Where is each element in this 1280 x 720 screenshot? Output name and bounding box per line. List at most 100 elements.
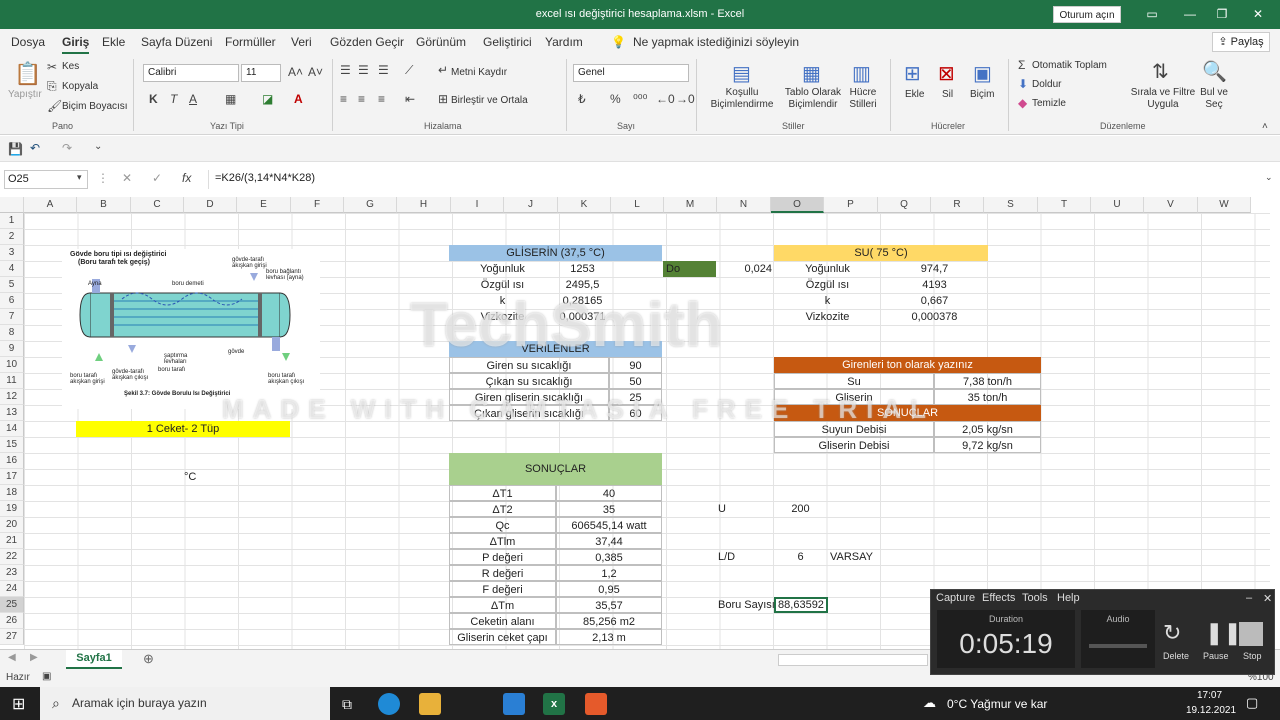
sonuclar-row-value[interactable]: 1,2 bbox=[556, 565, 662, 581]
conditional-format-icon[interactable]: ▤ bbox=[732, 61, 751, 86]
expand-formula-icon[interactable]: ⌄ bbox=[1265, 172, 1273, 183]
orientation-icon[interactable]: ⟋ bbox=[405, 63, 413, 78]
girenler-header[interactable]: Girenleri ton olarak yazınız bbox=[774, 357, 1041, 373]
sonuclar-small-header[interactable]: SONUÇLAR bbox=[774, 405, 1041, 421]
stop-icon[interactable] bbox=[1239, 622, 1263, 646]
row-header[interactable]: 24 bbox=[0, 581, 24, 597]
verilenler-row-value[interactable]: 25 bbox=[609, 389, 662, 405]
column-header[interactable]: L bbox=[611, 197, 664, 213]
girenler-row-label[interactable]: Su bbox=[774, 373, 934, 389]
taskbar-search[interactable]: ⌕ Aramak için buraya yazın bbox=[40, 687, 330, 720]
boru-value-selected-cell[interactable]: 88,63592 bbox=[774, 597, 828, 613]
share-button[interactable]: ⇪ Paylaş bbox=[1212, 32, 1270, 52]
horizontal-scrollbar[interactable] bbox=[778, 654, 928, 666]
align-top-icon[interactable]: ☰ bbox=[340, 63, 351, 77]
copy-button[interactable]: Kopyala bbox=[62, 81, 98, 92]
do-label[interactable]: Do bbox=[663, 261, 716, 277]
currency-icon[interactable]: ₺ bbox=[578, 92, 586, 106]
column-header[interactable]: D bbox=[184, 197, 237, 213]
su-row-label[interactable]: k bbox=[774, 293, 881, 309]
sonuclar-row-value[interactable]: 2,13 m bbox=[556, 629, 662, 645]
row-header[interactable]: 20 bbox=[0, 517, 24, 533]
menu-ekle[interactable]: Ekle bbox=[102, 35, 125, 49]
menu-veri[interactable]: Veri bbox=[291, 35, 312, 49]
pause-icon[interactable]: ❚❚ bbox=[1205, 620, 1242, 646]
weather-text[interactable]: 0°C Yağmur ve kar bbox=[947, 697, 1047, 711]
sheet-tab-sayfa1[interactable]: Sayfa1 bbox=[66, 650, 122, 669]
column-header[interactable]: B bbox=[77, 197, 131, 213]
su-row-value[interactable]: 4193 bbox=[881, 277, 988, 293]
edge-icon[interactable] bbox=[378, 693, 400, 715]
sonuclar-row-label[interactable]: R değeri bbox=[449, 565, 556, 581]
delete-cells-button[interactable]: Sil bbox=[942, 89, 953, 100]
recorder-menu-effects[interactable]: Effects bbox=[982, 592, 1015, 604]
gliserin-row-label[interactable]: Vizkozite bbox=[449, 309, 556, 325]
column-header[interactable]: O bbox=[771, 197, 824, 213]
signin-button[interactable]: Oturum açın bbox=[1053, 6, 1121, 23]
column-header[interactable]: F bbox=[291, 197, 344, 213]
row-header[interactable]: 11 bbox=[0, 373, 24, 389]
autosum-icon[interactable]: Σ bbox=[1018, 58, 1025, 72]
maximize-icon[interactable]: ❐ bbox=[1212, 4, 1232, 24]
sonuclar-row-label[interactable]: ΔTlm bbox=[449, 533, 556, 549]
font-name-select[interactable]: Calibri bbox=[143, 64, 239, 82]
row-header[interactable]: 8 bbox=[0, 325, 24, 341]
sonuclar-row-label[interactable]: Qc bbox=[449, 517, 556, 533]
menu-yardim[interactable]: Yardım bbox=[545, 35, 583, 49]
align-center-icon[interactable]: ≡ bbox=[358, 92, 365, 106]
sonuclar-row-value[interactable]: 37,44 bbox=[556, 533, 662, 549]
row-header[interactable]: 5 bbox=[0, 277, 24, 293]
sonuclar-row-value[interactable]: 0,385 bbox=[556, 549, 662, 565]
autosum-button[interactable]: Otomatik Toplam bbox=[1032, 60, 1107, 71]
column-header[interactable]: C bbox=[131, 197, 184, 213]
row-header[interactable]: 21 bbox=[0, 533, 24, 549]
boru-label[interactable]: Boru Sayısı bbox=[718, 597, 774, 613]
format-cells-button[interactable]: Biçim bbox=[970, 89, 994, 100]
format-cells-icon[interactable]: ▣ bbox=[973, 61, 992, 86]
row-header[interactable]: 7 bbox=[0, 309, 24, 325]
row-header[interactable]: 23 bbox=[0, 565, 24, 581]
su-header[interactable]: SU( 75 °C) bbox=[774, 245, 988, 261]
sonuclar-row-value[interactable]: 35 bbox=[556, 501, 662, 517]
pause-button[interactable]: Pause bbox=[1203, 651, 1229, 661]
ld-value[interactable]: 6 bbox=[774, 549, 827, 565]
sort-filter-button[interactable]: Sırala ve Filtre Uygula bbox=[1128, 87, 1198, 111]
row-header[interactable]: 9 bbox=[0, 341, 24, 357]
row-header[interactable]: 12 bbox=[0, 389, 24, 405]
su-row-label[interactable]: Vizkozite bbox=[774, 309, 881, 325]
cut-button[interactable]: Kes bbox=[62, 61, 79, 72]
menu-giris[interactable]: Giriş bbox=[62, 35, 90, 54]
column-header[interactable]: W bbox=[1198, 197, 1251, 213]
grow-font-icon[interactable]: A˄ bbox=[288, 65, 303, 79]
clock-time[interactable]: 17:07 bbox=[1197, 690, 1222, 701]
girenler-row-value[interactable]: 35 ton/h bbox=[934, 389, 1041, 405]
excel-taskbar-icon[interactable]: x bbox=[543, 693, 565, 715]
italic-button[interactable]: T bbox=[170, 92, 177, 106]
fill-color-icon[interactable]: ◪ bbox=[262, 92, 273, 106]
clear-button[interactable]: Temizle bbox=[1032, 98, 1066, 109]
row-header[interactable]: 3 bbox=[0, 245, 24, 261]
recorder-menu-tools[interactable]: Tools bbox=[1022, 592, 1048, 604]
wrap-text-button[interactable]: Metni Kaydır bbox=[451, 67, 507, 78]
save-icon[interactable]: 💾 bbox=[8, 142, 23, 156]
merge-icon[interactable]: ⊞ bbox=[438, 92, 448, 106]
su-row-label[interactable]: Özgül ısı bbox=[774, 277, 881, 293]
fill-button[interactable]: Doldur bbox=[1032, 79, 1061, 90]
verilenler-row-value[interactable]: 60 bbox=[609, 405, 662, 421]
task-view-icon[interactable]: ⧉ bbox=[336, 693, 358, 715]
girenler-row-value[interactable]: 7,38 ton/h bbox=[934, 373, 1041, 389]
gliserin-row-value[interactable]: 0,000371 bbox=[556, 309, 609, 325]
bold-button[interactable]: K bbox=[149, 92, 158, 106]
row-header[interactable]: 6 bbox=[0, 293, 24, 309]
formula-input[interactable]: =K26/(3,14*N4*K28) bbox=[208, 170, 1268, 189]
camtasia-icon[interactable] bbox=[585, 693, 607, 715]
column-header[interactable]: I bbox=[451, 197, 504, 213]
align-middle-icon[interactable]: ☰ bbox=[358, 63, 369, 77]
menu-formuller[interactable]: Formüller bbox=[225, 35, 276, 49]
row-header[interactable]: 27 bbox=[0, 629, 24, 645]
gliserin-row-label[interactable]: Özgül ısı bbox=[449, 277, 556, 293]
row-header[interactable]: 4 bbox=[0, 261, 24, 277]
conditional-format-button[interactable]: Koşullu Biçimlendirme bbox=[705, 87, 779, 111]
format-as-table-icon[interactable]: ▦ bbox=[802, 61, 821, 86]
mail-icon[interactable] bbox=[503, 693, 525, 715]
